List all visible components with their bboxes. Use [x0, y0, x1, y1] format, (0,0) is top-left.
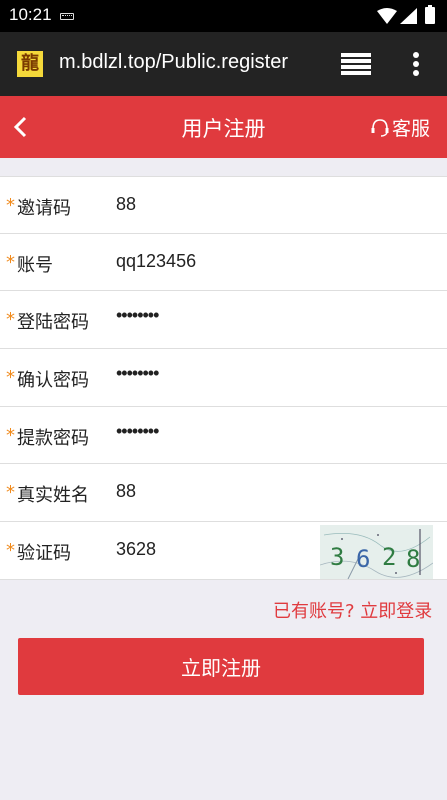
login-password-row: * 登陆密码 ••••••••: [0, 291, 447, 350]
svg-text:8: 8: [406, 545, 420, 573]
captcha-label: 验证码: [17, 543, 71, 565]
required-mark: *: [6, 424, 15, 446]
real-name-label: 真实姓名: [17, 485, 89, 507]
withdraw-password-input[interactable]: ••••••••: [116, 421, 159, 442]
app-header: 用户注册 客服: [0, 96, 447, 158]
svg-text:3: 3: [330, 543, 344, 571]
required-mark: *: [6, 482, 15, 504]
svg-text:6: 6: [356, 545, 370, 573]
captcha-image[interactable]: 3 6 2 8: [320, 525, 433, 580]
keyboard-icon: [60, 13, 74, 20]
confirm-password-input[interactable]: ••••••••: [116, 363, 159, 384]
invite-code-row: * 邀请码 88: [0, 176, 447, 234]
confirm-password-row: * 确认密码 ••••••••: [0, 349, 447, 407]
tabs-icon[interactable]: [341, 53, 371, 75]
account-label: 账号: [17, 254, 53, 276]
customer-service-button[interactable]: 客服: [370, 114, 430, 140]
svg-text:2: 2: [382, 543, 396, 571]
login-password-input[interactable]: ••••••••: [116, 305, 159, 326]
site-favicon-icon: 龍: [17, 51, 43, 77]
real-name-input[interactable]: 88: [116, 481, 136, 502]
overflow-menu-icon[interactable]: [412, 52, 420, 78]
invite-code-input[interactable]: 88: [116, 194, 136, 215]
captcha-input[interactable]: 3628: [116, 539, 156, 560]
login-link[interactable]: 已有账号? 立即登录: [273, 597, 432, 623]
status-bar: 10:21: [0, 0, 447, 32]
real-name-row: * 真实姓名 88: [0, 464, 447, 523]
required-mark: *: [6, 251, 15, 273]
status-time: 10:21: [9, 5, 52, 24]
required-mark: *: [6, 309, 15, 331]
signal-icon: [400, 8, 417, 24]
customer-service-label: 客服: [392, 117, 431, 140]
battery-icon: [425, 5, 435, 24]
headset-icon: [371, 119, 389, 137]
invite-code-label: 邀请码: [17, 198, 71, 219]
required-mark: *: [6, 195, 15, 216]
required-mark: *: [6, 540, 15, 562]
account-input[interactable]: qq123456: [116, 251, 196, 272]
registration-form: * 邀请码 88 * 账号 qq123456 * 登陆密码 •••••••• *…: [0, 176, 447, 580]
login-password-label: 登陆密码: [17, 312, 89, 334]
captcha-row: * 验证码 3628 3 6 2 8: [0, 522, 447, 580]
withdraw-password-row: * 提款密码 ••••••••: [0, 407, 447, 465]
account-row: * 账号 qq123456: [0, 234, 447, 292]
required-mark: *: [6, 367, 15, 389]
register-button[interactable]: 立即注册: [18, 638, 424, 695]
wifi-icon: [377, 8, 397, 24]
url-bar[interactable]: m.bdlzl.top/Public.register: [59, 51, 315, 74]
browser-toolbar: 龍 m.bdlzl.top/Public.register: [0, 32, 447, 96]
confirm-password-label: 确认密码: [17, 370, 89, 392]
withdraw-password-label: 提款密码: [17, 427, 89, 449]
